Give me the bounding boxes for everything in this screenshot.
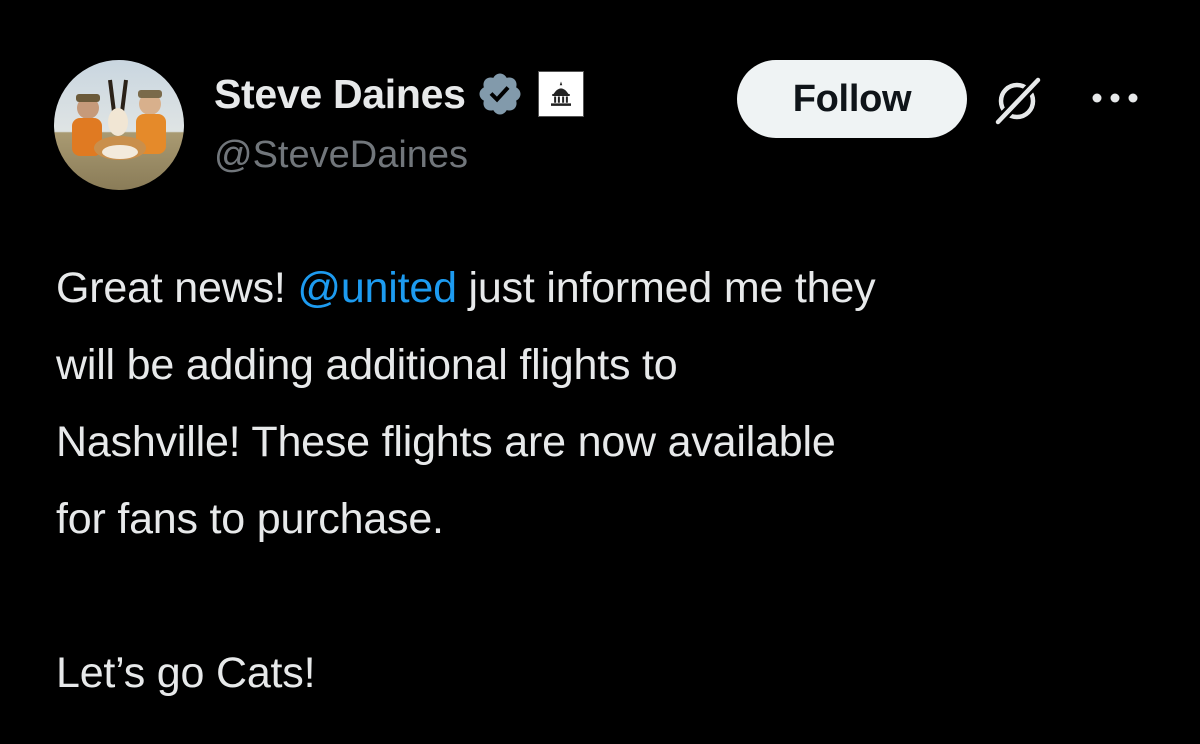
author-handle[interactable]: @SteveDaines xyxy=(214,134,468,177)
tweet-line: Nashville! These flights are now availab… xyxy=(56,418,836,466)
tweet-text-segment: just informed me they xyxy=(456,264,876,312)
verified-check-icon[interactable] xyxy=(476,70,524,118)
author-name-row: Steve Daines xyxy=(214,66,584,122)
avatar[interactable] xyxy=(54,60,184,190)
tweet-text-segment: Great news! xyxy=(56,264,298,312)
tweet-closing-line: Let’s go Cats! xyxy=(56,649,316,697)
more-horizontal-icon[interactable] xyxy=(1088,86,1142,110)
tweet-line: for fans to purchase. xyxy=(56,495,444,543)
grok-icon[interactable] xyxy=(990,72,1046,129)
tweet-line: Great news! @united just informed me the… xyxy=(56,250,1166,327)
tweet-line: will be adding additional flights to xyxy=(56,341,678,389)
avatar-photo xyxy=(54,60,184,190)
follow-button[interactable]: Follow xyxy=(737,60,967,138)
tweet-card: Steve Daines @SteveDaines Follow Great n… xyxy=(0,0,1200,744)
capitol-building-icon[interactable] xyxy=(537,71,584,117)
tweet-text: Great news! @united just informed me the… xyxy=(56,250,1166,712)
author-display-name[interactable]: Steve Daines xyxy=(214,71,466,118)
mention-link[interactable]: @united xyxy=(297,264,457,312)
